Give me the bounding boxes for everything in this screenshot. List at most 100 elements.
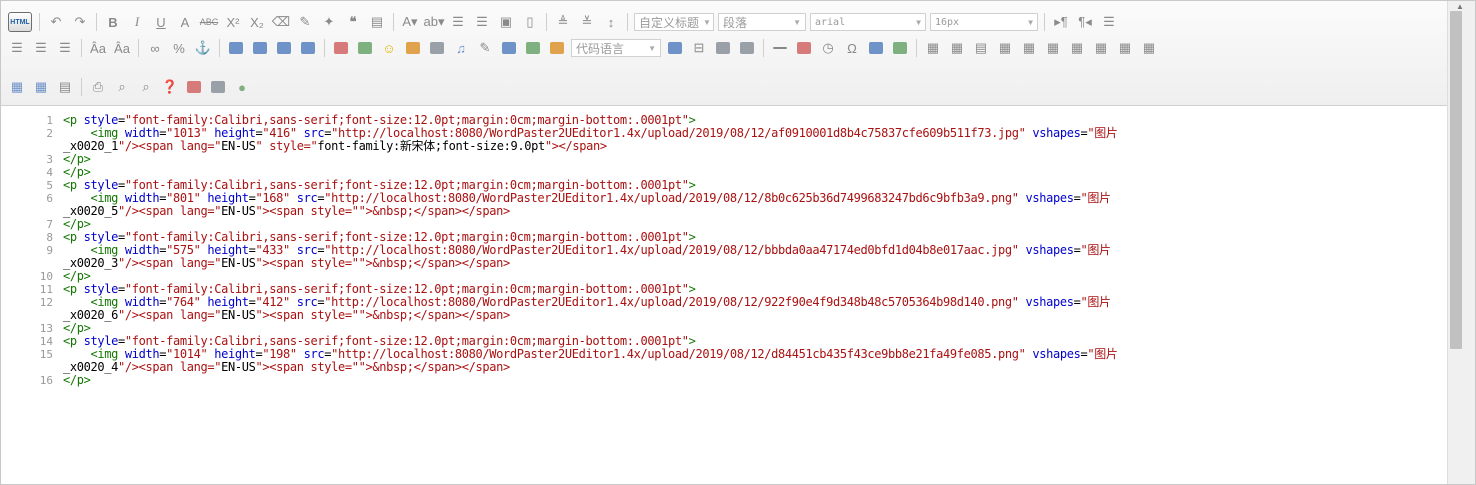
eraser-icon[interactable]: ⌫ — [271, 12, 291, 32]
split-to-cells-icon[interactable]: ▤ — [55, 77, 75, 97]
code-line[interactable]: </p> — [63, 374, 91, 387]
background-icon[interactable]: ⊟ — [689, 38, 709, 58]
print-icon[interactable]: ⎙ — [88, 77, 108, 97]
special-chars-icon[interactable]: Ω — [842, 38, 862, 58]
bold-icon[interactable]: B — [103, 12, 123, 32]
anchor-icon[interactable]: ⚓ — [193, 38, 213, 58]
wordpaster-icon[interactable] — [890, 38, 910, 58]
horizontal-rule-icon[interactable] — [770, 38, 790, 58]
time-icon[interactable]: ◷ — [818, 38, 838, 58]
paragraph-select[interactable]: 段落 ▼ — [718, 13, 806, 31]
map-icon[interactable] — [499, 38, 519, 58]
template-icon[interactable] — [713, 38, 733, 58]
code-line[interactable]: _x0020_1"/><span lang="EN-US" style="fon… — [63, 140, 607, 153]
date-icon[interactable] — [794, 38, 814, 58]
blockquote-icon[interactable]: ❝ — [343, 12, 363, 32]
custom-style-select[interactable]: 自定义标题 ▼ — [634, 13, 714, 31]
simple-upload-icon[interactable] — [331, 38, 351, 58]
superscript-icon[interactable]: X² — [223, 12, 243, 32]
delete-col-icon[interactable]: ▦ — [1067, 38, 1087, 58]
font-size-value: 16px — [935, 16, 960, 28]
drafts-icon[interactable] — [184, 77, 204, 97]
image-right-icon[interactable] — [274, 38, 294, 58]
row-spacing-top-icon[interactable]: ≜ — [553, 12, 573, 32]
clear-document-icon[interactable]: ▯ — [520, 12, 540, 32]
insert-row-icon[interactable]: ▦ — [995, 38, 1015, 58]
toolbar-separator — [1044, 13, 1045, 31]
justify-full-icon[interactable]: ☰ — [55, 38, 75, 58]
delete-row-icon[interactable]: ▦ — [1019, 38, 1039, 58]
scrollbar-thumb[interactable] — [1450, 11, 1462, 349]
preview-icon[interactable]: ⌕ — [112, 77, 132, 97]
font-color-icon[interactable]: A▾ — [400, 12, 420, 32]
insert-table-icon[interactable]: ▦ — [923, 38, 943, 58]
subscript-icon[interactable]: X₂ — [247, 12, 267, 32]
delete-table-icon[interactable]: ▦ — [947, 38, 967, 58]
redo-icon[interactable]: ↷ — [70, 12, 90, 32]
italic-icon[interactable]: I — [127, 12, 147, 32]
scroll-up-icon[interactable]: ▲ — [1456, 2, 1464, 11]
unordered-list-icon[interactable]: ☰ — [472, 12, 492, 32]
image-center-icon[interactable] — [298, 38, 318, 58]
image-none-icon[interactable] — [226, 38, 246, 58]
emotion-icon[interactable]: ☺ — [379, 38, 399, 58]
code-line[interactable]: _x0020_4"/><span lang="EN-US"><span styl… — [63, 361, 510, 374]
code-line[interactable]: _x0020_6"/><span lang="EN-US"><span styl… — [63, 309, 510, 322]
indent-icon[interactable]: ☰ — [1099, 12, 1119, 32]
attachment-icon[interactable]: ✎ — [475, 38, 495, 58]
source-code-area[interactable]: 1 2 3 4 5 6 7 8 9 10 11 12 13 14 15 16 <p style="font-f… — [1, 106, 1447, 484]
snapscreen-icon[interactable] — [866, 38, 886, 58]
scrawl-icon[interactable] — [403, 38, 423, 58]
music-icon[interactable]: ♫ — [451, 38, 471, 58]
undo-icon[interactable]: ↶ — [46, 12, 66, 32]
chart-icon[interactable] — [208, 77, 228, 97]
row-spacing-bottom-icon[interactable]: ≚ — [577, 12, 597, 32]
direction-rtl-icon[interactable]: ¶◂ — [1075, 12, 1095, 32]
split-to-rows-icon[interactable]: ▦ — [7, 77, 27, 97]
direction-ltr-icon[interactable]: ▸¶ — [1051, 12, 1071, 32]
merge-down-icon[interactable]: ▦ — [1139, 38, 1159, 58]
select-all-icon[interactable]: ▣ — [496, 12, 516, 32]
justify-left-icon[interactable]: ☰ — [7, 38, 27, 58]
code-line[interactable]: _x0020_3"/><span lang="EN-US"><span styl… — [63, 257, 510, 270]
line-number: 7 — [46, 218, 53, 231]
insert-video-icon[interactable] — [427, 38, 447, 58]
gmap-icon[interactable] — [523, 38, 543, 58]
toolbar-separator — [324, 39, 325, 57]
wordimage-icon[interactable] — [737, 38, 757, 58]
chart-glyph — [211, 81, 225, 93]
uppercase-icon[interactable]: Âa — [88, 38, 108, 58]
source-html-button[interactable]: HTML — [8, 12, 32, 32]
unlink-icon[interactable]: % — [169, 38, 189, 58]
image-center-glyph — [301, 42, 315, 54]
underline-icon[interactable]: U — [151, 12, 171, 32]
background-color-icon[interactable]: ab▾ — [424, 12, 445, 32]
help-icon[interactable]: ❓ — [160, 77, 180, 97]
globe-icon[interactable]: ● — [232, 77, 252, 97]
ordered-list-icon[interactable]: ☰ — [448, 12, 468, 32]
font-size-select[interactable]: 16px ▼ — [930, 13, 1038, 31]
paste-plain-icon[interactable]: ▤ — [367, 12, 387, 32]
auto-format-icon[interactable]: ✦ — [319, 12, 339, 32]
lowercase-icon[interactable]: Âa — [112, 38, 132, 58]
split-to-cols-icon[interactable]: ▦ — [31, 77, 51, 97]
insert-image-icon[interactable] — [355, 38, 375, 58]
format-brush-icon[interactable]: ✎ — [295, 12, 315, 32]
merge-cells-icon[interactable]: ▦ — [1091, 38, 1111, 58]
code-language-select[interactable]: 代码语言 ▼ — [571, 39, 661, 57]
line-height-icon[interactable]: ↕ — [601, 12, 621, 32]
insert-paragraph-before-table-icon[interactable]: ▤ — [971, 38, 991, 58]
search-replace-icon[interactable]: ⌕ — [136, 77, 156, 97]
merge-right-icon[interactable]: ▦ — [1115, 38, 1135, 58]
vertical-scrollbar[interactable]: ▲ — [1447, 1, 1475, 484]
font-family-select[interactable]: arial ▼ — [810, 13, 926, 31]
link-icon[interactable]: ∞ — [145, 38, 165, 58]
insert-frame-icon[interactable] — [547, 38, 567, 58]
code-line[interactable]: _x0020_5"/><span lang="EN-US"><span styl… — [63, 205, 510, 218]
font-border-icon[interactable]: A — [175, 12, 195, 32]
justify-center-icon[interactable]: ☰ — [31, 38, 51, 58]
page-break-icon[interactable] — [665, 38, 685, 58]
image-left-icon[interactable] — [250, 38, 270, 58]
insert-col-icon[interactable]: ▦ — [1043, 38, 1063, 58]
strikethrough-icon[interactable]: ABC — [199, 12, 219, 32]
